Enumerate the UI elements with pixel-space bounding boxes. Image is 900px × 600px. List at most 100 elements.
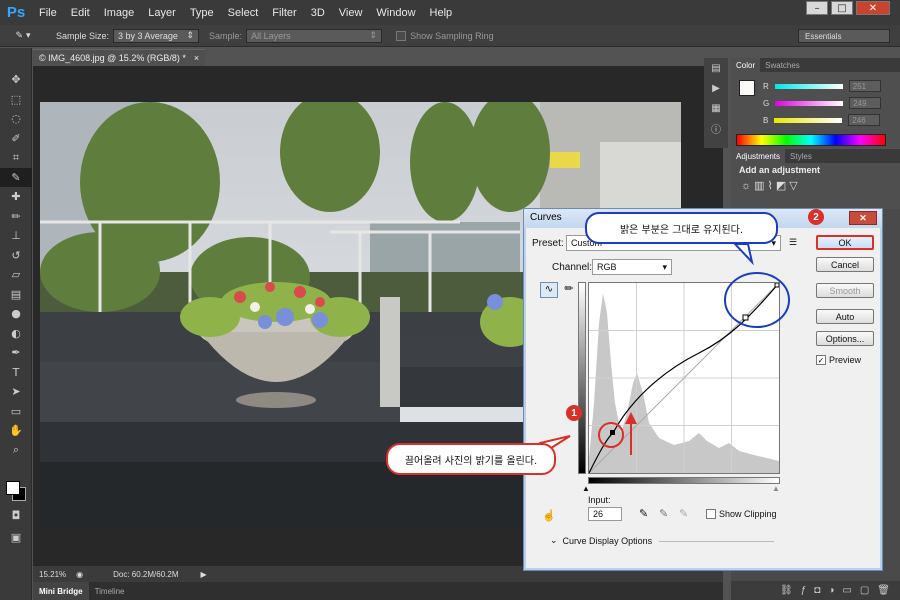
red-slider[interactable]	[774, 83, 843, 89]
options-button[interactable]: Options...	[816, 331, 874, 346]
blue-value[interactable]: 246	[848, 114, 881, 126]
green-value[interactable]: 249	[849, 97, 882, 109]
document-tab[interactable]: © IMG_4608.jpg @ 15.2% (RGB/8) * ×	[33, 49, 206, 66]
color-spectrum[interactable]	[736, 134, 886, 146]
actions-panel-icon[interactable]: ▶	[704, 78, 728, 98]
menu-type[interactable]: Type	[183, 7, 221, 19]
foreground-color-preview[interactable]	[739, 80, 755, 96]
tab-timeline[interactable]: Timeline	[89, 582, 131, 600]
auto-button[interactable]: Auto	[816, 309, 874, 324]
new-layer-icon[interactable]: ▢	[860, 585, 869, 596]
dodge-tool-icon[interactable]: ◐	[0, 324, 32, 344]
tool-preset-picker[interactable]: ✎ ▾	[0, 30, 46, 41]
vibrance-icon[interactable]: ▽	[789, 180, 800, 192]
foreground-color-swatch[interactable]	[6, 481, 20, 495]
trash-icon[interactable]: 🗑	[877, 585, 890, 596]
type-tool-icon[interactable]: T	[0, 363, 32, 383]
curves-graph[interactable]	[588, 282, 780, 474]
channel-select[interactable]: RGB ▾	[592, 259, 672, 275]
preview-checkbox[interactable]: ✓	[816, 355, 826, 365]
minimize-button[interactable]: –	[806, 1, 828, 15]
sample-size-select[interactable]: 3 by 3 Average ⇕	[113, 28, 200, 43]
tab-styles[interactable]: Styles	[785, 149, 817, 163]
tab-mini-bridge[interactable]: Mini Bridge	[33, 582, 89, 600]
menu-view[interactable]: View	[332, 7, 370, 19]
maximize-button[interactable]: □	[831, 1, 853, 15]
brightness-icon[interactable]: ☼	[741, 180, 754, 192]
tab-color[interactable]: Color	[731, 58, 761, 72]
info-panel-icon[interactable]: ⓘ	[704, 118, 728, 138]
pencil-mode-icon[interactable]: ✏	[562, 282, 576, 298]
zoom-tool-icon[interactable]: ⌕	[0, 441, 32, 461]
white-point-slider-icon[interactable]: ▲	[772, 484, 780, 493]
close-tab-icon[interactable]: ×	[194, 53, 199, 63]
screen-mode-icon[interactable]: ▣	[0, 528, 32, 548]
brush-tool-icon[interactable]: ✏	[0, 207, 32, 227]
menu-file[interactable]: File	[32, 7, 64, 19]
menu-filter[interactable]: Filter	[265, 7, 303, 19]
menu-help[interactable]: Help	[423, 7, 460, 19]
preset-options-icon[interactable]: ☰	[789, 237, 797, 248]
red-value[interactable]: 251	[848, 80, 881, 92]
on-image-adjust-icon[interactable]: ☝	[542, 509, 556, 522]
crop-tool-icon[interactable]: ⌗	[0, 148, 32, 168]
move-tool-icon[interactable]: ✥	[0, 70, 32, 90]
cancel-button[interactable]: Cancel	[816, 257, 874, 272]
curve-endpoint-white[interactable]	[774, 282, 780, 288]
tab-swatches[interactable]: Swatches	[760, 58, 805, 72]
workspace-select[interactable]: Essentials	[798, 29, 890, 43]
input-value-field[interactable]: 26	[588, 507, 622, 521]
exposure-icon[interactable]: ◩	[776, 180, 789, 192]
layer-mask-icon[interactable]: ◘	[814, 585, 820, 596]
curve-edit-mode-icon[interactable]: ∿	[540, 282, 558, 298]
gray-eyedropper-icon[interactable]: ✎	[659, 507, 668, 520]
hand-tool-icon[interactable]: ✋	[0, 421, 32, 441]
eraser-tool-icon[interactable]: ▱	[0, 265, 32, 285]
menu-select[interactable]: Select	[221, 7, 266, 19]
black-point-slider-icon[interactable]: ▲	[582, 484, 590, 493]
clone-stamp-tool-icon[interactable]: ⊥	[0, 226, 32, 246]
gradient-tool-icon[interactable]: ▤	[0, 285, 32, 305]
marquee-tool-icon[interactable]: ⬚	[0, 90, 32, 110]
history-panel-icon[interactable]: ▤	[704, 58, 728, 78]
close-window-button[interactable]: ✕	[856, 1, 890, 15]
levels-icon[interactable]: ▥	[754, 180, 767, 192]
menu-image[interactable]: Image	[97, 7, 142, 19]
menu-layer[interactable]: Layer	[141, 7, 183, 19]
lasso-tool-icon[interactable]: ◌	[0, 109, 32, 129]
adjustment-layer-icon[interactable]: ◑	[828, 585, 834, 596]
white-eyedropper-icon[interactable]: ✎	[679, 507, 688, 520]
black-eyedropper-icon[interactable]: ✎	[639, 507, 648, 520]
expand-chevron-icon[interactable]: ⌄	[550, 535, 558, 546]
curve-display-options-row[interactable]: ⌄ Curve Display Options	[550, 535, 652, 546]
show-sampling-ring-checkbox[interactable]	[396, 30, 407, 41]
tab-adjustments[interactable]: Adjustments	[731, 149, 786, 163]
sample-select[interactable]: All Layers ⇕	[246, 28, 383, 43]
zoom-level[interactable]: 15.21%	[39, 570, 66, 579]
quick-mask-icon[interactable]: ◘	[0, 506, 32, 526]
curve-control-point[interactable]	[610, 430, 615, 435]
quick-select-tool-icon[interactable]: ✐	[0, 129, 32, 149]
status-menu-arrow-icon[interactable]: ▶	[201, 570, 207, 579]
status-info-icon[interactable]: ◉	[76, 570, 83, 579]
healing-brush-tool-icon[interactable]: ✚	[0, 187, 32, 207]
blur-tool-icon[interactable]: ●	[0, 304, 32, 324]
menu-3d[interactable]: 3D	[304, 7, 332, 19]
link-layers-icon[interactable]: ⛓	[780, 585, 793, 596]
show-clipping-checkbox[interactable]	[706, 509, 716, 519]
history-brush-tool-icon[interactable]: ↺	[0, 246, 32, 266]
dialog-close-button[interactable]: ✕	[849, 211, 877, 225]
new-group-icon[interactable]: ▭	[842, 585, 851, 596]
eyedropper-tool-icon[interactable]: ✎	[0, 167, 32, 187]
curves-icon[interactable]: ⌇	[768, 180, 776, 192]
green-slider[interactable]	[775, 100, 844, 106]
properties-panel-icon[interactable]: ▦	[704, 98, 728, 118]
menu-window[interactable]: Window	[369, 7, 422, 19]
menu-edit[interactable]: Edit	[64, 7, 97, 19]
pen-tool-icon[interactable]: ✒	[0, 343, 32, 363]
blue-slider[interactable]	[774, 117, 843, 123]
curve-control-point-highlight[interactable]	[742, 314, 749, 321]
path-select-tool-icon[interactable]: ➤	[0, 382, 32, 402]
ok-button[interactable]: OK	[816, 235, 874, 250]
layer-style-icon[interactable]: ƒ	[801, 585, 807, 596]
